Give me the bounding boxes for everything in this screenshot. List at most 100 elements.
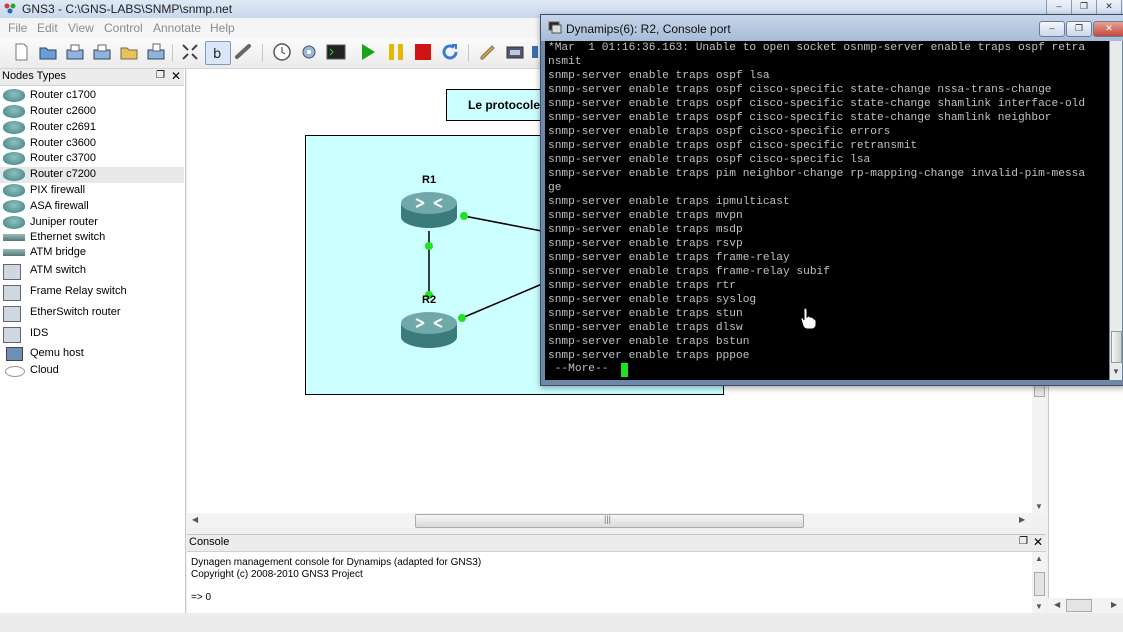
router-icon — [3, 105, 25, 118]
node-type-router-c2691[interactable]: Router c2691 — [0, 120, 184, 136]
node-type-router-c3600[interactable]: Router c3600 — [0, 136, 184, 152]
menu-annotate[interactable]: Annotate — [153, 21, 201, 35]
console-prompt[interactable]: => 0 — [191, 592, 211, 603]
cloud-icon — [5, 366, 25, 377]
host-icon — [6, 347, 23, 361]
settings-icon[interactable] — [299, 42, 319, 62]
node-type-etherswitch-router[interactable]: EtherSwitch router — [0, 305, 184, 322]
scroll-down-arrow[interactable]: ▼ — [1035, 502, 1043, 511]
emulation-mode-icon: b — [213, 47, 221, 62]
router-r2-icon[interactable] — [400, 311, 458, 349]
node-type-frame-relay-switch[interactable]: Frame Relay switch — [0, 284, 184, 301]
start-icon[interactable] — [358, 42, 378, 62]
node-type-label: EtherSwitch router — [30, 306, 121, 318]
undock-icon[interactable]: ❐ — [156, 70, 165, 81]
save-icon[interactable] — [65, 42, 85, 62]
node-type-ids[interactable]: IDS — [0, 326, 184, 343]
node-type-atm-switch[interactable]: ATM switch — [0, 263, 184, 280]
node-type-label: Router c7200 — [30, 168, 97, 180]
console-line: Copyright (c) 2008-2010 GNS3 Project — [191, 569, 363, 580]
open-project-icon[interactable] — [119, 42, 139, 62]
terminal-title: Dynamips(6): R2, Console port — [566, 22, 731, 36]
save-as-icon[interactable] — [92, 42, 112, 62]
scroll-right-arrow[interactable]: ▶ — [1111, 600, 1117, 609]
undock-icon[interactable]: ❐ — [1019, 536, 1028, 547]
node-type-router-c3700[interactable]: Router c3700 — [0, 151, 184, 167]
menu-file[interactable]: File — [8, 21, 27, 35]
scroll-thumb[interactable] — [1111, 331, 1122, 363]
pause-icon[interactable] — [386, 42, 406, 62]
open-icon[interactable] — [38, 42, 58, 62]
console-title: Console — [189, 536, 230, 548]
scroll-left-arrow[interactable]: ◀ — [1054, 600, 1060, 609]
node-type-qemu-host[interactable]: Qemu host — [0, 346, 184, 362]
menu-view[interactable]: View — [68, 21, 94, 35]
reload-icon[interactable] — [440, 42, 460, 62]
terminal-cursor — [621, 363, 628, 377]
scroll-down-arrow[interactable]: ▼ — [1035, 602, 1043, 611]
node-type-label: Juniper router — [30, 216, 98, 228]
terminal-title-bar[interactable]: Dynamips(6): R2, Console port – ❐ ✕ — [541, 15, 1123, 41]
console-icon[interactable] — [326, 42, 346, 62]
toolbar-overflow-icon[interactable] — [530, 42, 540, 62]
node-type-label: ATM bridge — [30, 246, 87, 258]
main-window-title: GNS3 - C:\GNS-LABS\SNMP\snmp.net — [22, 2, 233, 16]
close-button[interactable]: ✕ — [1096, 0, 1122, 15]
node-type-juniper-router[interactable]: Juniper router — [0, 215, 184, 231]
svg-text:b: b — [213, 47, 221, 62]
menu-control[interactable]: Control — [104, 21, 143, 35]
maximize-button[interactable]: ❐ — [1071, 0, 1097, 15]
router-icon — [3, 89, 25, 102]
firewall-icon — [3, 184, 25, 197]
more-prompt: --More-- — [548, 363, 609, 375]
node-type-cloud[interactable]: Cloud — [0, 363, 184, 379]
console-scrollbar[interactable]: ▲ ▼ — [1032, 552, 1046, 614]
node-type-ethernet-switch[interactable]: Ethernet switch — [0, 230, 184, 246]
emulation-mode-button[interactable]: b — [205, 41, 231, 65]
terminal-screen[interactable]: *Mar 1 01:16:36.163: Unable to open sock… — [545, 41, 1109, 380]
right-panel-scrollbar[interactable]: ◀ ▶ — [1048, 598, 1123, 613]
node-type-router-c1700[interactable]: Router c1700 — [0, 88, 184, 104]
scroll-right-arrow[interactable]: ▶ — [1019, 515, 1025, 524]
panel-close-icon[interactable]: ✕ — [171, 69, 181, 83]
terminal-output: *Mar 1 01:16:36.163: Unable to open sock… — [548, 42, 1086, 362]
router-icon — [3, 137, 25, 150]
node-type-router-c7200[interactable]: Router c7200 — [0, 167, 184, 183]
node-type-pix-firewall[interactable]: PIX firewall — [0, 183, 184, 199]
workspace-horizontal-scrollbar[interactable]: ◀ ||| ▶ — [187, 513, 1032, 528]
scroll-thumb[interactable] — [1066, 599, 1092, 612]
minimize-button[interactable]: – — [1046, 0, 1072, 15]
panel-close-icon[interactable]: ✕ — [1033, 535, 1043, 549]
screenshot-icon[interactable] — [505, 42, 525, 62]
node-type-atm-bridge[interactable]: ATM bridge — [0, 245, 184, 261]
node-type-router-c2600[interactable]: Router c2600 — [0, 104, 184, 120]
terminal-window[interactable]: Dynamips(6): R2, Console port – ❐ ✕ *Mar… — [540, 14, 1123, 386]
firewall-icon — [3, 200, 25, 213]
scroll-up-arrow[interactable]: ▲ — [1035, 554, 1043, 563]
export-icon[interactable] — [146, 42, 166, 62]
terminal-minimize-button[interactable]: – — [1039, 21, 1065, 37]
node-type-asa-firewall[interactable]: ASA firewall — [0, 199, 184, 215]
scroll-thumb[interactable] — [1034, 572, 1045, 596]
note-icon[interactable] — [478, 42, 498, 62]
router-label-r1: R1 — [422, 174, 437, 186]
terminal-close-button[interactable]: ✕ — [1093, 21, 1123, 37]
new-file-icon[interactable] — [11, 42, 31, 62]
node-type-label: Ethernet switch — [30, 231, 106, 243]
node-type-label: IDS — [30, 327, 49, 339]
stop-icon[interactable] — [413, 42, 433, 62]
terminal-maximize-button[interactable]: ❐ — [1066, 21, 1092, 37]
design-mode-icon[interactable] — [180, 42, 200, 62]
link-icon[interactable] — [234, 42, 254, 62]
terminal-scrollbar[interactable]: ▼ — [1110, 41, 1122, 380]
clock-icon[interactable] — [272, 42, 292, 62]
scroll-left-arrow[interactable]: ◀ — [192, 515, 198, 524]
hand-cursor-icon — [800, 307, 816, 329]
ids-icon — [3, 327, 21, 343]
scroll-down-arrow[interactable]: ▼ — [1112, 367, 1120, 376]
scroll-thumb[interactable]: ||| — [415, 514, 804, 528]
node-type-label: PIX firewall — [30, 184, 86, 196]
menu-edit[interactable]: Edit — [37, 21, 58, 35]
router-r1-icon[interactable] — [400, 191, 458, 229]
menu-help[interactable]: Help — [210, 21, 235, 35]
